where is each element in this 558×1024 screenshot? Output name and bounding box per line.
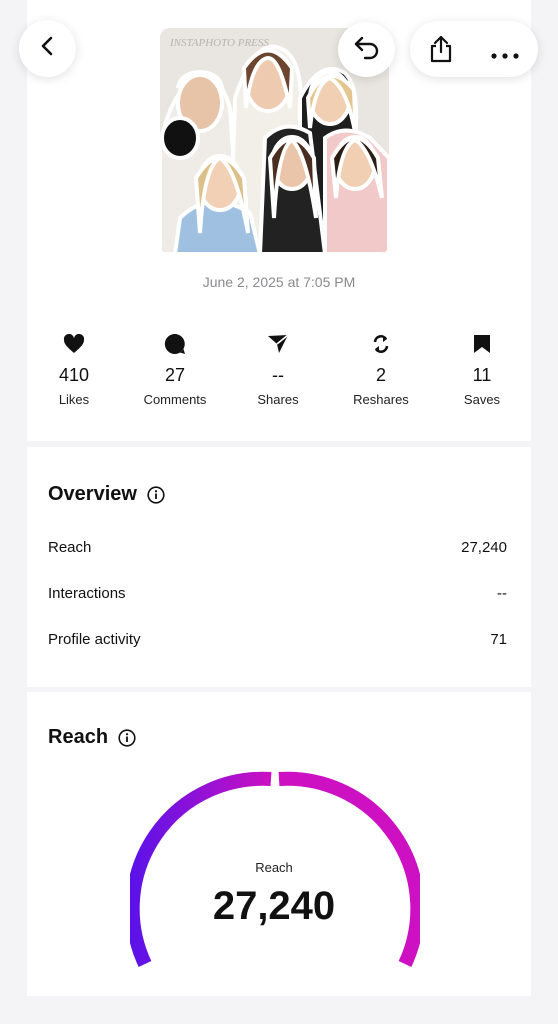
gauge-label: Reach xyxy=(255,860,293,875)
overview-row-label: Reach xyxy=(48,539,92,556)
comment-icon xyxy=(164,332,186,356)
overview-title: Overview xyxy=(48,483,137,505)
reshares-label: Reshares xyxy=(353,392,409,407)
send-icon xyxy=(267,332,289,356)
overview-row-value: 27,240 xyxy=(461,539,507,556)
shares-count: -- xyxy=(272,365,284,385)
share-icon[interactable] xyxy=(428,35,454,68)
overview-row-profile-activity[interactable]: Profile activity 71 xyxy=(48,631,507,648)
likes-label: Likes xyxy=(58,392,90,407)
heart-icon xyxy=(63,332,85,356)
more-options-icon[interactable] xyxy=(491,46,519,64)
overview-row-interactions[interactable]: Interactions -- xyxy=(48,585,507,602)
overview-row-reach[interactable]: Reach 27,240 xyxy=(48,539,507,556)
image-watermark-text: INSTAPHOTO PRESS xyxy=(169,37,269,49)
likes-count: 410 xyxy=(58,365,90,385)
bookmark-icon xyxy=(473,332,491,356)
comments-count: 27 xyxy=(164,365,186,385)
comments-label: Comments xyxy=(143,392,207,407)
undo-arrow-icon xyxy=(353,34,381,65)
stat-comments[interactable]: 27 Comments xyxy=(125,332,225,408)
saves-label: Saves xyxy=(463,392,501,407)
actions-pill xyxy=(410,21,538,77)
overview-row-value: 71 xyxy=(490,631,507,648)
back-button[interactable] xyxy=(19,20,76,77)
post-date: June 2, 2025 at 7:05 PM xyxy=(202,274,356,290)
stat-saves[interactable]: 11 Saves xyxy=(432,332,532,408)
reply-button[interactable] xyxy=(338,22,395,77)
info-icon[interactable] xyxy=(147,485,165,504)
reshares-count: 2 xyxy=(375,365,386,385)
reach-header: Reach xyxy=(48,726,136,749)
post-insights-screen: INSTAPHOTO PRESS June 2, 2025 at 7:05 PM… xyxy=(0,0,558,1024)
stat-shares[interactable]: -- Shares xyxy=(228,332,328,408)
overview-row-value: -- xyxy=(497,585,507,602)
stat-reshares[interactable]: 2 Reshares xyxy=(331,332,431,408)
overview-header: Overview xyxy=(48,483,165,506)
saves-count: 11 xyxy=(472,365,492,385)
shares-label: Shares xyxy=(257,392,299,407)
info-icon[interactable] xyxy=(118,728,136,747)
repost-icon xyxy=(370,332,392,356)
gauge-value: 27,240 xyxy=(212,884,336,928)
chevron-left-icon xyxy=(37,35,59,62)
overview-row-label: Interactions xyxy=(48,585,126,602)
stat-likes[interactable]: 410 Likes xyxy=(24,332,124,408)
reach-title: Reach xyxy=(48,726,109,748)
overview-row-label: Profile activity xyxy=(48,631,141,648)
